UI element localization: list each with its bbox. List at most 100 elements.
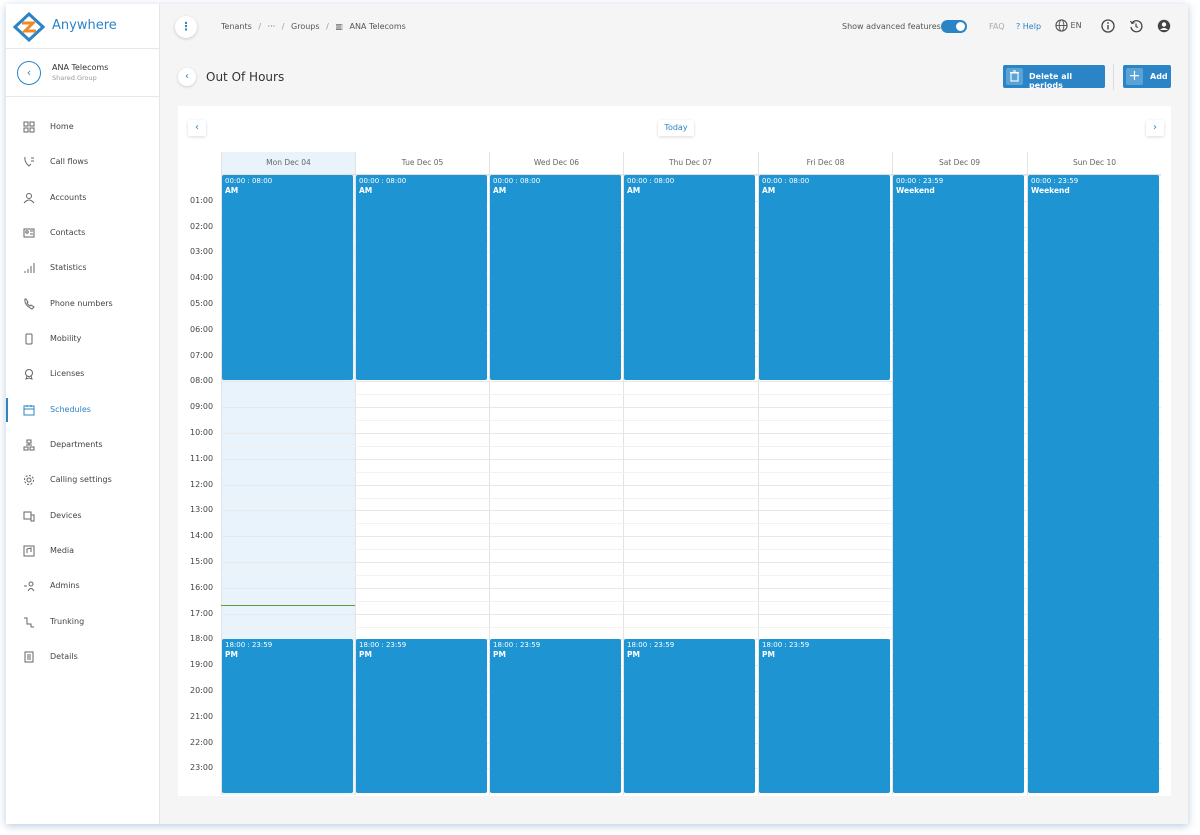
app-window: Anywhere ‹ ANA Telecoms Shared.Group Hom… [6, 4, 1188, 824]
period-time: 00:00 : 08:00 [627, 177, 675, 185]
schedule-period-am[interactable]: 00:00 : 08:00 AM [222, 175, 353, 381]
hour-label: 18:00 [190, 634, 214, 644]
sidebar-item-licenses[interactable]: Licenses [6, 360, 160, 388]
hour-label: 01:00 [190, 195, 214, 205]
schedule-period-pm[interactable]: 18:00 : 23:59 PM [356, 639, 487, 793]
top-bar: ⋮ Tenants / ··· / Groups / ▥ ANA Telecom… [161, 4, 1188, 48]
info-icon[interactable] [1101, 19, 1115, 33]
add-button[interactable]: + Add [1123, 65, 1171, 88]
sidebar-item-statistics[interactable]: Statistics [6, 254, 160, 282]
sidebar-item-label: Calling settings [50, 475, 112, 484]
sidebar-item-devices[interactable]: Devices [6, 502, 160, 530]
schedule-period-am[interactable]: 00:00 : 08:00 AM [356, 175, 487, 381]
history-icon[interactable] [1129, 19, 1143, 33]
divider [1113, 64, 1114, 90]
schedule-period-pm[interactable]: 18:00 : 23:59 PM [490, 639, 621, 793]
sidebar-item-calling-settings[interactable]: Calling settings [6, 466, 160, 494]
advanced-features-toggle[interactable] [941, 20, 967, 33]
sidebar-item-trunking[interactable]: Trunking [6, 608, 160, 636]
phone-icon [24, 298, 35, 310]
breadcrumb-separator: / [326, 22, 329, 31]
logo-row: Anywhere [6, 4, 160, 49]
period-name: PM [493, 650, 506, 660]
sidebar-item-label: Devices [50, 511, 82, 520]
plus-icon: + [1126, 68, 1143, 85]
back-button[interactable]: ‹ [178, 68, 196, 86]
schedule-period-pm[interactable]: 18:00 : 23:59 PM [222, 639, 353, 793]
sidebar-item-contacts[interactable]: Contacts [6, 219, 160, 247]
sidebar-item-home[interactable]: Home [6, 113, 160, 141]
sidebar-item-call-flows[interactable]: Call flows [6, 148, 160, 176]
sidebar-item-phone-numbers[interactable]: Phone numbers [6, 290, 160, 318]
help-link[interactable]: ? Help [1016, 22, 1041, 31]
next-week-button[interactable]: › [1146, 120, 1164, 136]
breadcrumb-tenants[interactable]: Tenants [221, 22, 252, 31]
period-name: AM [762, 186, 776, 195]
period-time: 00:00 : 08:00 [225, 177, 273, 185]
details-icon [24, 651, 34, 663]
hour-label: 23:00 [190, 763, 214, 773]
schedule-period-am[interactable]: 00:00 : 08:00 AM [624, 175, 755, 381]
hour-label: 15:00 [190, 557, 214, 566]
group-name: ANA Telecoms [52, 63, 109, 72]
header-divider [221, 174, 1161, 175]
period-name: AM [225, 186, 239, 195]
sidebar-item-label: Home [50, 122, 74, 131]
sidebar-item-label: Admins [50, 581, 80, 590]
schedule-period-weekend[interactable]: 00:00 : 23:59 Weekend [893, 175, 1024, 793]
sidebar-item-label: Call flows [50, 157, 89, 166]
period-name: PM [627, 650, 640, 660]
previous-week-button[interactable]: ‹ [188, 120, 206, 136]
period-name: PM [359, 650, 372, 660]
schedule-period-pm[interactable]: 18:00 : 23:59 PM [759, 639, 890, 793]
breadcrumb-groups[interactable]: Groups [291, 22, 320, 31]
sidebar-item-label: Mobility [50, 334, 82, 343]
schedule-period-am[interactable]: 00:00 : 08:00 AM [759, 175, 890, 381]
globe-icon [1055, 19, 1068, 32]
group-subtitle: Shared.Group [52, 74, 97, 82]
hour-label: 09:00 [190, 402, 214, 412]
sidebar-item-accounts[interactable]: Accounts [6, 184, 160, 212]
hour-label: 05:00 [190, 299, 214, 308]
schedule-period-am[interactable]: 00:00 : 08:00 AM [490, 175, 621, 381]
hour-label: 04:00 [190, 273, 214, 283]
sidebar-item-mobility[interactable]: Mobility [6, 325, 160, 353]
period-time: 18:00 : 23:59 [225, 641, 273, 650]
period-time: 00:00 : 08:00 [762, 177, 810, 185]
today-button[interactable]: Today [658, 120, 694, 136]
current-time-indicator [221, 605, 355, 606]
hour-label: 19:00 [190, 660, 214, 670]
schedule-period-pm[interactable]: 18:00 : 23:59 PM [624, 639, 755, 793]
anywhere-logo-icon [13, 12, 45, 42]
sidebar-item-label: Statistics [50, 263, 87, 272]
language-label: EN [1070, 21, 1082, 30]
sidebar-item-label: Licenses [50, 369, 85, 378]
sidebar-item-departments[interactable]: Departments [6, 431, 160, 459]
menu-button[interactable]: ⋮ [175, 16, 197, 38]
schedule-period-weekend[interactable]: 00:00 : 23:59 Weekend [1028, 175, 1159, 793]
sidebar-item-details[interactable]: Details [6, 643, 160, 671]
breadcrumb-group[interactable]: ANA Telecoms [349, 22, 405, 31]
day-header: Wed Dec 06 [489, 152, 623, 174]
user-icon[interactable] [1157, 19, 1171, 33]
home-icon [23, 121, 35, 133]
hour-label: 14:00 [190, 531, 214, 541]
sidebar-item-label: Trunking [50, 617, 85, 626]
sidebar-item-admins[interactable]: Admins [6, 572, 160, 600]
gear-icon [24, 475, 34, 485]
breadcrumb-ellipsis[interactable]: ··· [268, 22, 276, 31]
period-name: AM [627, 186, 641, 195]
faq-link[interactable]: FAQ [989, 22, 1005, 31]
period-time: 00:00 : 23:59 [1031, 177, 1079, 185]
admins-icon [24, 581, 35, 592]
add-label: Add [1150, 72, 1168, 81]
language-selector[interactable]: EN [1055, 19, 1082, 32]
license-icon [25, 369, 33, 380]
sidebar-item-schedules[interactable]: Schedules [6, 396, 160, 424]
delete-all-periods-button[interactable]: Delete all periods [1003, 65, 1105, 90]
group-back-button[interactable]: ‹ [17, 61, 41, 85]
sidebar-item-label: Schedules [50, 405, 91, 414]
period-time: 18:00 : 23:59 [493, 641, 541, 650]
sidebar-item-media[interactable]: Media [6, 537, 160, 565]
hour-label: 20:00 [190, 686, 214, 695]
